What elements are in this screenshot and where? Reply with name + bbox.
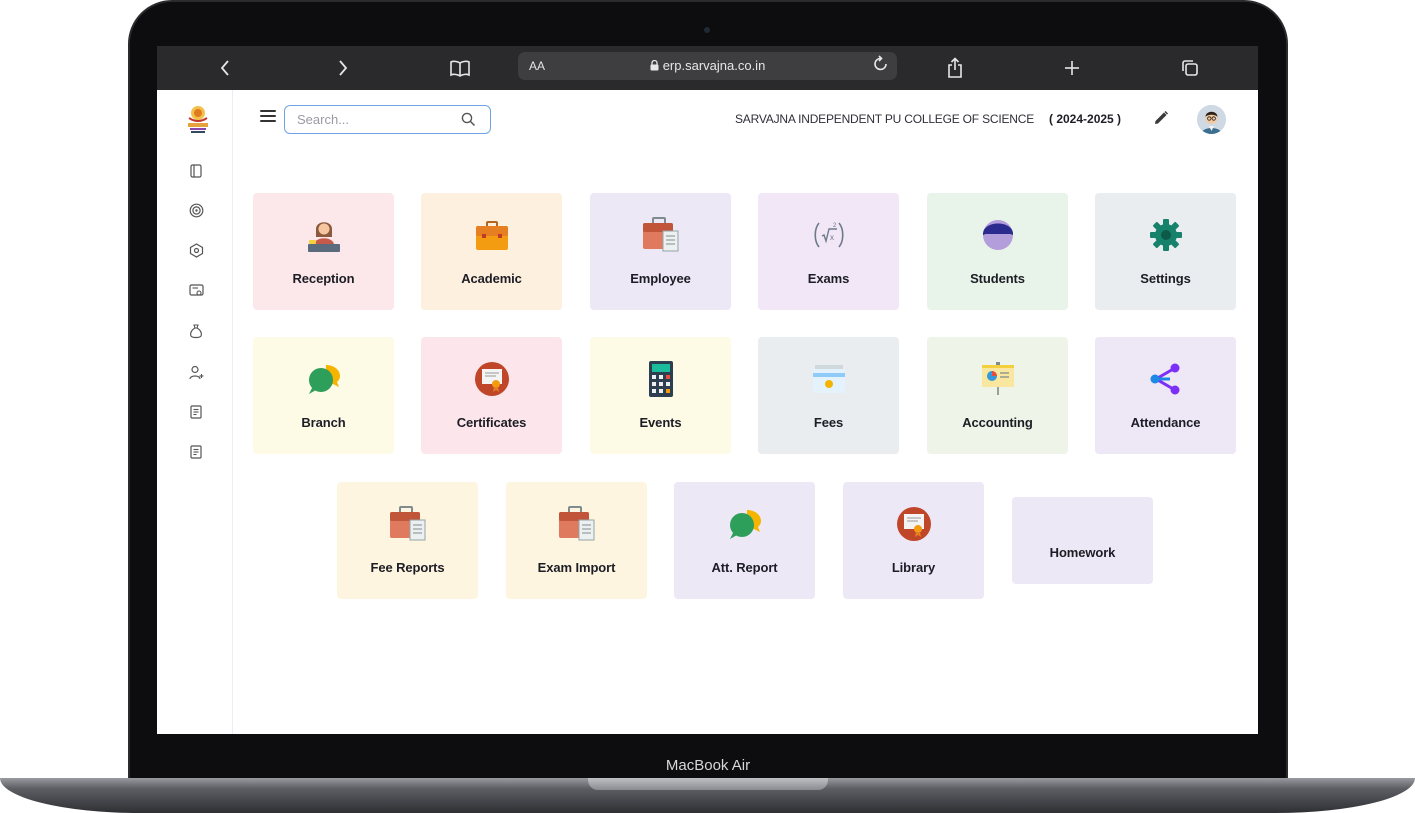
college-logo[interactable] (185, 104, 211, 136)
tile-attendance[interactable]: Attendance (1095, 337, 1236, 454)
tile-label: Employee (630, 271, 691, 286)
tile-label: Library (891, 560, 936, 575)
tile-exam-import[interactable]: Exam Import (506, 482, 647, 599)
tile-label: Exams (807, 271, 850, 286)
receipt-icon[interactable] (188, 404, 204, 420)
sidebar (157, 90, 233, 734)
tile-branch[interactable]: Branch (253, 337, 394, 454)
search-box (284, 105, 491, 134)
briefcase-document-icon (557, 504, 597, 544)
address-bar[interactable]: AA erp.sarvajna.co.in (518, 52, 897, 80)
device-label: MacBook Air (665, 757, 751, 774)
tile-academic[interactable]: Academic (421, 193, 562, 310)
tile-label: Att. Report (711, 560, 778, 575)
tile-label: Students (970, 271, 1025, 286)
tile-label: Reception (292, 271, 355, 286)
erp-app: SARVAJNA INDEPENDENT PU COLLEGE OF SCIEN… (157, 90, 1258, 734)
url-text: erp.sarvajna.co.in (662, 58, 766, 73)
briefcase-document-icon (388, 504, 428, 544)
svg-text:2: 2 (833, 223, 837, 229)
calculator-icon (641, 359, 681, 399)
add-user-icon[interactable] (188, 364, 204, 380)
certificate-icon (472, 359, 512, 399)
camera-dot (704, 27, 710, 33)
search-icon[interactable] (461, 112, 476, 127)
tile-certificates[interactable]: Certificates (421, 337, 562, 454)
college-name: SARVAJNA INDEPENDENT PU COLLEGE OF SCIEN… (735, 112, 1035, 126)
presentation-chart-icon (978, 359, 1018, 399)
browser-toolbar: AA erp.sarvajna.co.in (157, 46, 1258, 90)
share-network-icon (1146, 359, 1186, 399)
tile-label: Homework (1049, 545, 1116, 560)
tile-label: Accounting (962, 415, 1033, 430)
tile-library[interactable]: Library (843, 482, 984, 599)
target-icon[interactable] (188, 202, 204, 218)
svg-text:x: x (830, 233, 834, 242)
receipt-icon[interactable] (188, 444, 204, 460)
back-icon[interactable] (211, 54, 239, 82)
certificate-card-icon[interactable] (188, 283, 204, 299)
certificate-icon (894, 504, 934, 544)
receptionist-icon (304, 215, 344, 255)
tile-att-report[interactable]: Att. Report (674, 482, 815, 599)
tile-label: Branch (301, 415, 346, 430)
notebook-icon[interactable] (188, 163, 204, 179)
tile-settings[interactable]: Settings (1095, 193, 1236, 310)
screen: AA erp.sarvajna.co.in Search... SARVAJNA… (157, 46, 1258, 734)
tile-accounting[interactable]: Accounting (927, 337, 1068, 454)
money-bag-icon[interactable] (188, 323, 204, 339)
tile-label: Attendance (1130, 415, 1201, 430)
tile-homework[interactable]: Homework (1012, 497, 1153, 584)
new-tab-icon[interactable] (1058, 54, 1086, 82)
tile-fees[interactable]: Fees (758, 337, 899, 454)
formula-icon: x 2 (809, 215, 849, 255)
laptop-base-notch (588, 778, 828, 790)
student-icon (978, 215, 1018, 255)
tile-fee-reports[interactable]: Fee Reports (337, 482, 478, 599)
lock-icon (650, 59, 659, 74)
bookmarks-icon[interactable] (446, 54, 474, 82)
tile-employee[interactable]: Employee (590, 193, 731, 310)
chat-bubbles-icon (304, 359, 344, 399)
tile-label: Academic (461, 271, 522, 286)
tile-reception[interactable]: Reception (253, 193, 394, 310)
tile-label: Certificates (456, 415, 527, 430)
tile-label: Events (639, 415, 682, 430)
user-avatar[interactable] (1197, 105, 1226, 134)
search-input[interactable] (295, 111, 449, 128)
hamburger-menu-icon[interactable] (260, 110, 276, 124)
tile-label: Settings (1140, 271, 1191, 286)
hexagon-settings-icon[interactable] (188, 242, 204, 258)
share-icon[interactable] (941, 54, 969, 82)
forward-icon[interactable] (329, 54, 357, 82)
edit-pencil-icon[interactable] (1152, 109, 1170, 127)
tile-label: Fee Reports (370, 560, 445, 575)
tabs-overview-icon[interactable] (1176, 54, 1204, 82)
reload-icon[interactable] (873, 55, 889, 78)
gear-icon (1146, 215, 1186, 255)
academic-year: ( 2024-2025 ) (1049, 112, 1122, 126)
tile-exams[interactable]: x 2 Exams (758, 193, 899, 310)
tile-label: Fees (813, 415, 844, 430)
cash-register-icon (809, 359, 849, 399)
briefcase-document-icon (641, 215, 681, 255)
tile-events[interactable]: Events (590, 337, 731, 454)
tile-students[interactable]: Students (927, 193, 1068, 310)
tile-label: Exam Import (537, 560, 616, 575)
chat-bubbles-icon (725, 504, 765, 544)
briefcase-icon (472, 215, 512, 255)
